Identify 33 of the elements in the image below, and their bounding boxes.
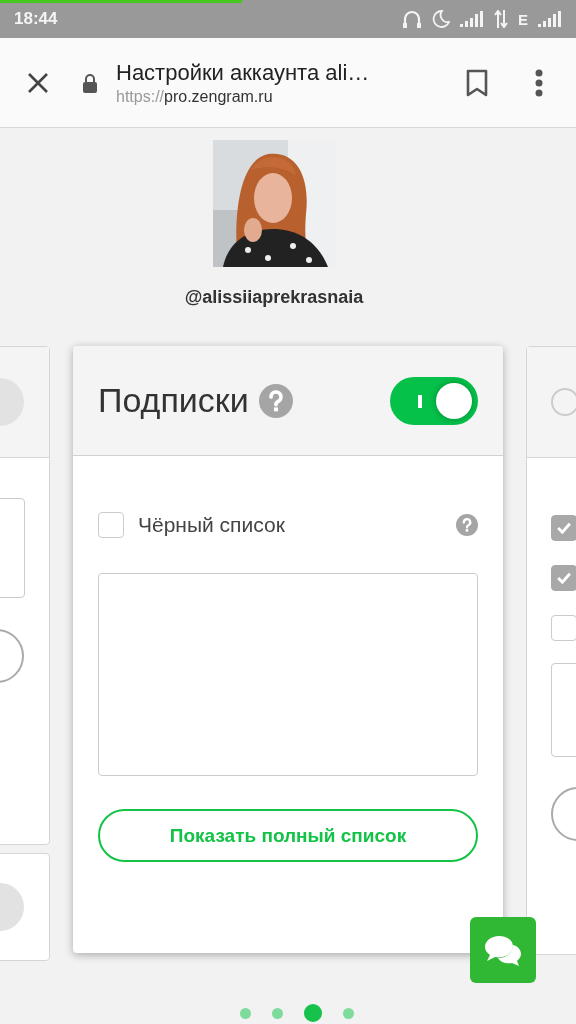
list-field[interactable] xyxy=(98,573,478,776)
signal-icon xyxy=(460,11,484,27)
checkmark-icon xyxy=(557,522,571,535)
page-title: Настройки аккаунта ali… xyxy=(116,59,371,86)
network-type: E xyxy=(518,10,528,28)
card-title: Подписки xyxy=(98,381,249,420)
page-dot[interactable] xyxy=(272,1007,283,1019)
checkbox[interactable] xyxy=(551,515,576,541)
headphones-icon xyxy=(402,9,422,29)
bookmark-icon[interactable] xyxy=(466,68,488,97)
username: @alissiiaprekrasnaia xyxy=(184,287,364,308)
page-dot[interactable] xyxy=(240,1007,251,1019)
page-dot[interactable] xyxy=(343,1007,354,1019)
toggle-switch[interactable] xyxy=(390,376,478,425)
toggle-switch[interactable] xyxy=(551,388,576,416)
signal-icon xyxy=(538,11,562,27)
help-icon[interactable] xyxy=(258,383,293,418)
chat-button[interactable] xyxy=(470,917,536,983)
checkmark-icon xyxy=(557,572,571,585)
checkbox[interactable] xyxy=(551,565,576,591)
speech-bubbles-icon xyxy=(483,933,523,967)
close-icon[interactable] xyxy=(27,71,49,94)
moon-icon xyxy=(432,10,450,28)
lock-icon xyxy=(82,72,98,93)
menu-icon[interactable] xyxy=(535,68,543,97)
checkbox[interactable] xyxy=(551,615,576,641)
checkbox-label: Чёрный список xyxy=(138,513,285,537)
page-url[interactable]: https://pro.zengram.ru xyxy=(116,87,466,106)
checkbox[interactable] xyxy=(98,512,124,538)
clock-time: 18:44 xyxy=(14,9,58,29)
data-arrows-icon xyxy=(494,10,508,28)
help-icon[interactable] xyxy=(456,514,478,536)
page-dot[interactable] xyxy=(304,1004,322,1022)
